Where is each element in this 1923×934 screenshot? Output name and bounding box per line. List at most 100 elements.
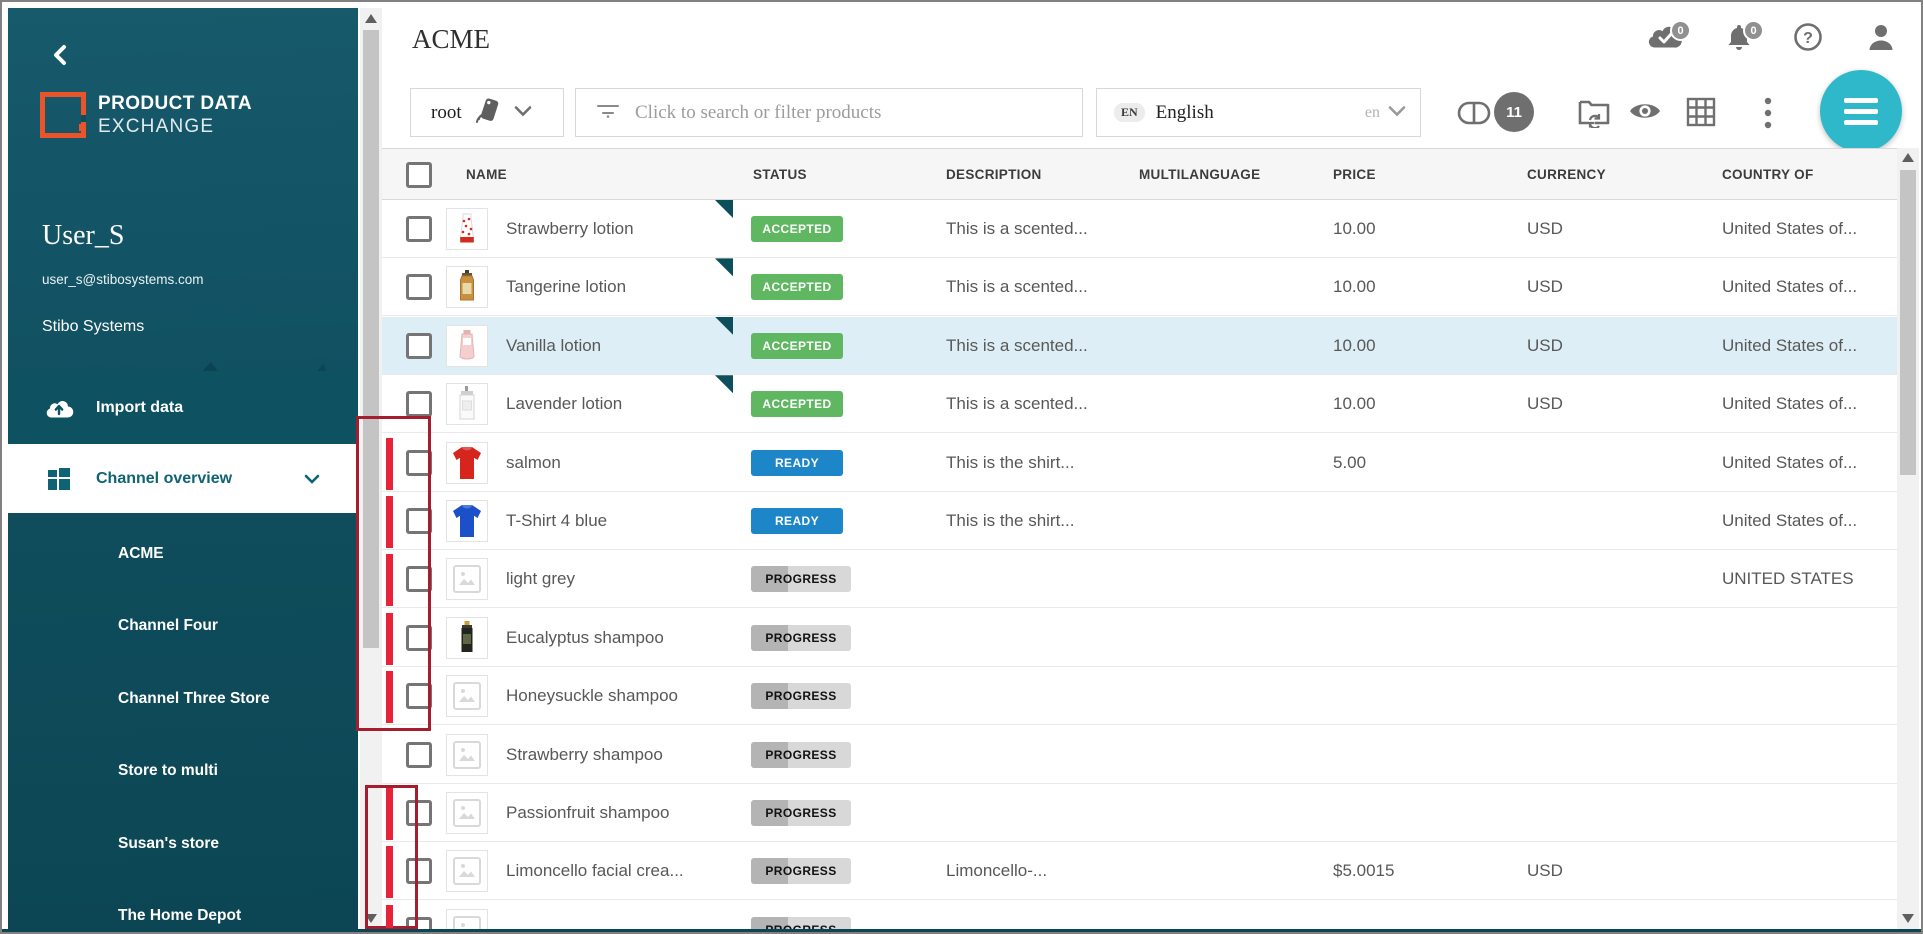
table-row-t-shirt-4-blue[interactable]: T-Shirt 4 blueREADYThis is the shirt...U… <box>382 492 1897 550</box>
svg-text:?: ? <box>1803 30 1813 47</box>
table-row-honeysuckle-shampoo[interactable]: Honeysuckle shampooPROGRESS <box>382 667 1897 725</box>
search-input[interactable] <box>633 101 1082 125</box>
select-all-checkbox[interactable] <box>406 162 432 188</box>
scroll-down-arrow-icon[interactable] <box>365 914 377 923</box>
row-checkbox[interactable] <box>406 450 432 476</box>
sidebar-item-import-data[interactable]: Import data <box>8 371 358 444</box>
table-row-eucalyptus-shampoo[interactable]: Eucalyptus shampooPROGRESS <box>382 609 1897 667</box>
sidebar-item-channel-overview[interactable]: Channel overview <box>8 444 358 513</box>
table-row-passionfruit-shampoo[interactable]: Passionfruit shampooPROGRESS <box>382 784 1897 842</box>
table-row[interactable]: PROGRESS <box>382 901 1897 930</box>
column-header-name[interactable]: NAME <box>466 149 507 201</box>
right-scrollbar[interactable] <box>1897 148 1919 930</box>
help-icon[interactable]: ? <box>1793 22 1823 57</box>
product-price: 10.00 <box>1333 375 1376 433</box>
column-header-currency[interactable]: CURRENCY <box>1527 149 1606 201</box>
table-row-light-grey[interactable]: light greyPROGRESSUNITED STATES <box>382 550 1897 608</box>
collapse-sidebar-icon[interactable] <box>48 42 74 68</box>
product-country: United States of... <box>1722 200 1857 258</box>
root-node-label: root <box>431 102 462 124</box>
column-header-description[interactable]: DESCRIPTION <box>946 149 1042 201</box>
language-selector[interactable]: EN English en <box>1096 88 1421 137</box>
scrollbar-thumb[interactable] <box>1900 170 1916 475</box>
preview-eye-icon[interactable] <box>1628 99 1662 128</box>
scroll-down-arrow-icon[interactable] <box>1902 914 1914 923</box>
scroll-up-arrow-icon[interactable] <box>1902 153 1914 162</box>
row-checkbox[interactable] <box>406 742 432 768</box>
product-name: Vanilla lotion <box>506 317 601 375</box>
main-menu-fab[interactable] <box>1820 70 1902 152</box>
search-box[interactable] <box>575 88 1083 137</box>
table-row-salmon[interactable]: salmonREADYThis is the shirt...5.00Unite… <box>382 434 1897 492</box>
root-node-selector[interactable]: root <box>410 88 564 137</box>
sync-badge: 0 <box>1670 20 1691 41</box>
folder-sync-icon[interactable] <box>1577 96 1611 133</box>
table-row-strawberry-lotion[interactable]: Strawberry lotionACCEPTEDThis is a scent… <box>382 200 1897 258</box>
table-row-limoncello-facial-crea[interactable]: Limoncello facial crea...PROGRESSLimonce… <box>382 842 1897 900</box>
status-badge: ACCEPTED <box>751 274 843 300</box>
status-badge: ACCEPTED <box>751 216 843 242</box>
column-header-country-of[interactable]: COUNTRY OF <box>1722 149 1814 201</box>
sidebar-channel-acme[interactable]: ACME <box>118 543 164 565</box>
toggle-view-icon[interactable] <box>1457 101 1491 130</box>
column-header-multilanguage[interactable]: MULTILANGUAGE <box>1139 149 1260 201</box>
product-description: Limoncello-... <box>946 842 1047 900</box>
sidebar-channel-susan-s-store[interactable]: Susan's store <box>118 833 219 855</box>
row-checkbox[interactable] <box>406 508 432 534</box>
column-header-status[interactable]: STATUS <box>753 149 807 201</box>
logo-line1: PRODUCT DATA <box>98 92 252 115</box>
product-description: This is a scented... <box>946 258 1088 316</box>
left-scrollbar[interactable] <box>360 8 382 930</box>
product-name: Strawberry shampoo <box>506 726 663 784</box>
status-badge: PROGRESS <box>751 800 851 826</box>
scrollbar-thumb[interactable] <box>363 30 379 648</box>
product-thumbnail-tshirt-red-icon <box>446 442 488 484</box>
window-bottom-edge <box>2 929 1921 932</box>
chevron-down-icon <box>514 104 532 122</box>
row-checkbox[interactable] <box>406 858 432 884</box>
product-thumbnail-eucalyptus-icon <box>446 617 488 659</box>
row-corner-flag-icon <box>715 200 733 218</box>
sidebar-item-label: Import data <box>96 399 183 417</box>
row-corner-flag-icon <box>715 375 733 393</box>
table-row-strawberry-shampoo[interactable]: Strawberry shampoo PROGRESS <box>382 726 1897 784</box>
row-checkbox[interactable] <box>406 216 432 242</box>
sidebar-item-label: Channel overview <box>96 470 232 488</box>
product-name: Lavender lotion <box>506 375 622 433</box>
row-checkbox[interactable] <box>406 391 432 417</box>
table-row-tangerine-lotion[interactable]: Tangerine lotionACCEPTEDThis is a scente… <box>382 258 1897 316</box>
product-price: 5.00 <box>1333 434 1366 492</box>
product-description: This is the shirt... <box>946 434 1074 492</box>
sync-status-icon[interactable]: 0 <box>1646 22 1686 55</box>
product-description: This is a scented... <box>946 375 1088 433</box>
chevron-down-icon[interactable] <box>304 472 320 490</box>
scroll-up-arrow-icon[interactable] <box>365 14 377 23</box>
row-checkbox[interactable] <box>406 274 432 300</box>
product-name: salmon <box>506 434 561 492</box>
sidebar-channel-store-to-multi[interactable]: Store to multi <box>118 760 218 782</box>
sidebar-channel-the-home-depot[interactable]: The Home Depot <box>118 905 241 927</box>
sidebar-channel-channel-four[interactable]: Channel Four <box>118 615 218 637</box>
product-thumbnail-tangerine-lotion-icon <box>446 266 488 308</box>
row-checkbox[interactable] <box>406 566 432 592</box>
table-view-icon[interactable] <box>1685 96 1717 133</box>
product-price: 10.00 <box>1333 258 1376 316</box>
account-icon[interactable] <box>1866 22 1896 57</box>
sidebar-channel-channel-three-store[interactable]: Channel Three Store <box>118 688 270 710</box>
notifications-bell-icon[interactable]: 0 <box>1723 22 1755 57</box>
row-checkbox[interactable] <box>406 625 432 651</box>
row-checkbox[interactable] <box>406 333 432 359</box>
product-description: This is a scented... <box>946 200 1088 258</box>
cloud-upload-icon <box>44 396 74 420</box>
status-badge: PROGRESS <box>751 858 851 884</box>
page-title: ACME <box>412 24 490 55</box>
column-header-price[interactable]: PRICE <box>1333 149 1376 201</box>
user-organization: Stibo Systems <box>42 318 144 336</box>
status-badge: PROGRESS <box>751 742 851 768</box>
product-country: UNITED STATES <box>1722 550 1854 608</box>
row-checkbox[interactable] <box>406 683 432 709</box>
table-row-lavender-lotion[interactable]: Lavender lotionACCEPTEDThis is a scented… <box>382 375 1897 433</box>
kebab-menu-icon[interactable] <box>1763 96 1773 135</box>
table-row-vanilla-lotion[interactable]: Vanilla lotionACCEPTEDThis is a scented.… <box>382 317 1897 375</box>
row-checkbox[interactable] <box>406 800 432 826</box>
